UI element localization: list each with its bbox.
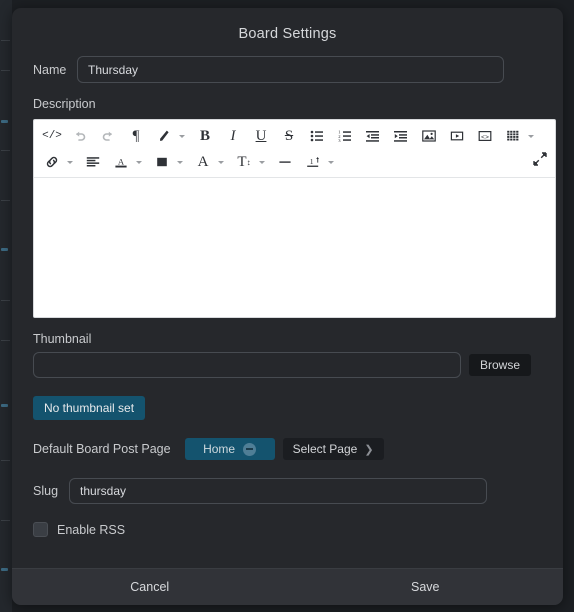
enable-rss-row[interactable]: Enable RSS [20, 522, 555, 537]
chevron-down-icon[interactable] [528, 134, 534, 138]
selected-page-chip[interactable]: Home [184, 438, 275, 460]
name-label: Name [33, 62, 67, 77]
chevron-down-icon[interactable] [218, 160, 224, 164]
background-color-icon[interactable] [148, 150, 176, 174]
font-family-icon[interactable]: A [189, 150, 217, 174]
dialog-footer: Cancel Save [12, 568, 563, 605]
strikethrough-icon[interactable]: S [275, 124, 303, 148]
editor-toolbar-row-1: </> ¶ B I U S 1 2 3 <> [38, 123, 551, 149]
undo-icon[interactable] [66, 124, 94, 148]
editor-content-area[interactable] [34, 178, 555, 317]
insert-image-icon[interactable] [415, 124, 443, 148]
code-view-icon[interactable]: </> [38, 124, 66, 148]
unordered-list-icon[interactable] [303, 124, 331, 148]
horizontal-rule-icon[interactable] [271, 150, 299, 174]
chevron-down-icon[interactable] [136, 160, 142, 164]
expand-fullscreen-icon[interactable] [532, 151, 548, 167]
editor-toolbar-row-2: A A T ↕ 1 [38, 149, 551, 175]
minus-circle-icon[interactable] [243, 442, 257, 456]
svg-text:1: 1 [310, 157, 314, 166]
no-thumbnail-status-badge: No thumbnail set [33, 396, 146, 420]
highlighter-icon[interactable] [150, 124, 178, 148]
indent-icon[interactable] [387, 124, 415, 148]
dialog-body: Board Settings Name Description </>¶BIUS… [12, 8, 563, 568]
default-board-post-page-label: Default Board Post Page [33, 442, 171, 456]
slug-field-row: Slug [20, 478, 555, 504]
slug-label: Slug [33, 484, 59, 498]
name-input[interactable] [77, 56, 504, 83]
svg-text:<>: <> [481, 134, 489, 141]
chevron-right-icon: ❯ [364, 443, 374, 456]
font-size-icon[interactable]: T ↕ [230, 150, 258, 174]
enable-rss-label: Enable RSS [57, 522, 126, 537]
chevron-down-icon[interactable] [177, 160, 183, 164]
board-settings-dialog: Board Settings Name Description </>¶BIUS… [12, 8, 563, 605]
svg-text:3: 3 [338, 138, 341, 143]
outdent-icon[interactable] [359, 124, 387, 148]
browse-button[interactable]: Browse [469, 354, 532, 376]
insert-table-icon[interactable] [499, 124, 527, 148]
insert-link-icon[interactable] [38, 150, 66, 174]
selected-page-label: Home [203, 442, 236, 456]
dialog-title: Board Settings [238, 26, 337, 42]
chevron-down-icon[interactable] [179, 134, 185, 138]
name-field-row: Name [20, 56, 555, 83]
redo-icon[interactable] [94, 124, 122, 148]
thumbnail-field-row: Browse [20, 352, 555, 378]
bold-icon[interactable]: B [191, 124, 219, 148]
underline-icon[interactable]: U [247, 124, 275, 148]
chevron-down-icon[interactable] [67, 160, 73, 164]
align-icon[interactable] [79, 150, 107, 174]
enable-rss-checkbox[interactable] [33, 522, 48, 537]
insert-video-icon[interactable] [443, 124, 471, 148]
editor-toolbar: </> ¶ B I U S 1 2 3 <> A A T ↕ 1 [34, 120, 555, 178]
ordered-list-icon[interactable]: 123 [331, 124, 359, 148]
line-height-icon[interactable]: 1 [299, 150, 327, 174]
italic-icon[interactable]: I [219, 124, 247, 148]
thumbnail-input[interactable] [33, 352, 461, 378]
default-board-post-page-row: Default Board Post Page Home Select Page… [20, 438, 555, 460]
paragraph-format-icon[interactable]: ¶ [122, 124, 150, 148]
text-color-icon[interactable]: A [107, 150, 135, 174]
select-page-label: Select Page [292, 442, 358, 456]
select-page-button[interactable]: Select Page ❯ [282, 438, 384, 460]
chevron-down-icon[interactable] [328, 160, 334, 164]
insert-embed-icon[interactable]: <> [471, 124, 499, 148]
description-label: Description [33, 97, 96, 111]
svg-text:A: A [118, 156, 125, 166]
description-rich-text-editor: </> ¶ B I U S 1 2 3 <> A A T ↕ 1 [33, 119, 556, 318]
chevron-down-icon[interactable] [259, 160, 265, 164]
slug-input[interactable] [69, 478, 487, 504]
save-button[interactable]: Save [288, 569, 564, 605]
thumbnail-label: Thumbnail [33, 332, 92, 346]
cancel-button[interactable]: Cancel [12, 569, 288, 605]
background-page-sliver [0, 0, 12, 612]
